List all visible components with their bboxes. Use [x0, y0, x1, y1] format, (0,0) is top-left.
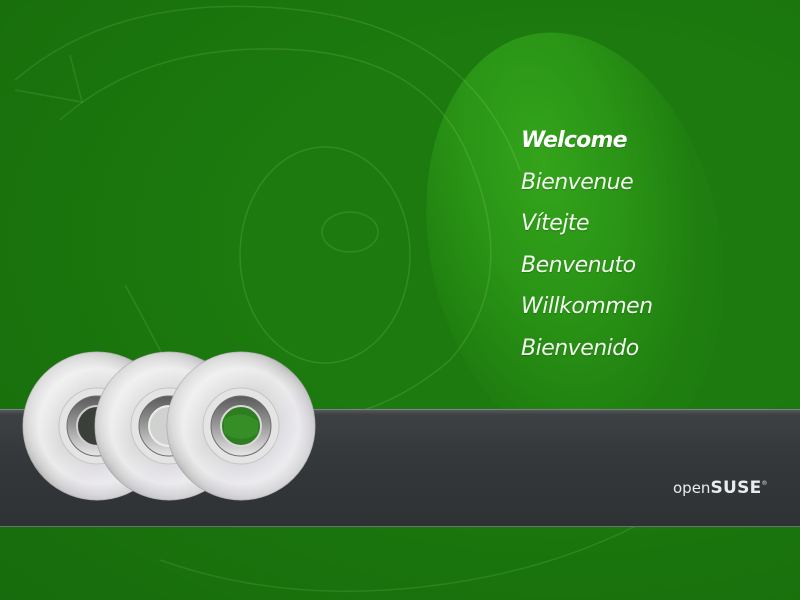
language-item-italian[interactable]: Benvenuto [521, 245, 653, 287]
welcome-screen: Welcome Bienvenue Vítejte Benvenuto Will… [0, 0, 800, 600]
logo-trademark: ® [761, 480, 768, 487]
opensuse-logo: openSUSE® [673, 478, 768, 498]
language-item-czech[interactable]: Vítejte [521, 203, 653, 245]
cd-disc-icon [166, 351, 316, 501]
language-item-german[interactable]: Willkommen [521, 286, 653, 328]
logo-text-open: open [673, 479, 711, 497]
language-item-french[interactable]: Bienvenue [521, 162, 653, 204]
logo-text-suse: SUSE [710, 478, 762, 498]
language-list[interactable]: Welcome Bienvenue Vítejte Benvenuto Will… [521, 120, 653, 370]
language-item-english[interactable]: Welcome [521, 120, 653, 162]
language-item-spanish[interactable]: Bienvenido [521, 328, 653, 370]
